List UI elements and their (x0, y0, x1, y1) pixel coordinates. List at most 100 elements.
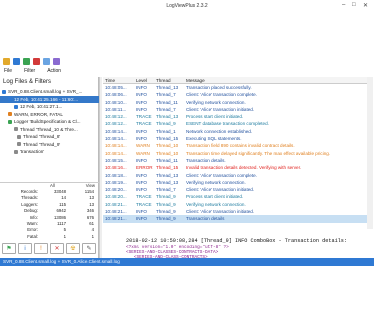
tree-item-icon (8, 97, 12, 102)
table-row[interactable]: 10:48:10... INFO Thread_11 Verifying networ… (103, 99, 367, 106)
col-level[interactable]: Level (135, 77, 155, 83)
warn-level-icon[interactable]: ! (34, 243, 48, 254)
tree-item-icon (8, 112, 12, 117)
table-scrollbar[interactable] (367, 77, 373, 229)
cell-time: 10:48:12... (105, 121, 127, 127)
tree-item[interactable]: Thread 'Thread_10 & Thre... (0, 126, 99, 134)
table-row[interactable]: 10:48:05... INFO Thread_13 Transaction plac… (103, 84, 367, 91)
error-level-icon[interactable]: ✕ (50, 243, 64, 254)
table-row[interactable]: 10:48:20... INFO Thread_7 Client: 'Alice' t… (103, 186, 367, 193)
cell-thread: Thread_15 (156, 165, 179, 171)
cell-level: INFO (136, 106, 147, 112)
cell-thread: Thread_7 (156, 106, 176, 112)
cell-time: 10:48:21... (105, 201, 127, 207)
table-row[interactable]: 10:48:06... INFO Thread_7 Client: 'Alice' t… (103, 91, 367, 98)
maximize-icon[interactable]: □ (352, 2, 356, 8)
tree-item[interactable]: Logger 'BuildSpecification & Cl... (0, 118, 99, 126)
table-row[interactable]: 10:48:14... INFO Thread_15 Executing SQL st… (103, 135, 367, 142)
fatal-level-icon[interactable]: ☢ (66, 243, 80, 254)
edit-icon[interactable]: ✎ (82, 243, 96, 254)
cell-message: Executing SQL statements. (186, 136, 242, 142)
tree-item[interactable]: 12 Feb, 10:41:25.166 - 11:60:... (0, 95, 99, 103)
cell-message: Process start client initiated. (186, 194, 244, 200)
tree-item-label: Thread 'Thread_10 & Thre... (20, 126, 78, 132)
table-row[interactable]: 10:48:21... INFO Thread_9 Client: 'Alice' t… (103, 208, 367, 215)
cell-time: 10:48:14... (105, 143, 127, 149)
tree-item[interactable]: WARN, ERROR, FATAL (0, 111, 99, 119)
tree-item-label: WARN, ERROR, FATAL (14, 111, 63, 117)
cell-time: 10:48:14... (105, 150, 127, 156)
cell-thread: Thread_13 (156, 179, 179, 185)
minimize-icon[interactable]: – (342, 2, 345, 8)
panel-title: Log Files & Filters (3, 79, 52, 85)
log-tree: SVR_0.88.Client.small.log + SVR_... 12 Fe… (0, 88, 99, 181)
filter-icon[interactable] (23, 58, 30, 65)
tree-item[interactable]: Thread 'Thread_9' (0, 141, 99, 149)
tree-item-label: SVR_0.88.Client.small.log + SVR_... (8, 89, 83, 94)
table-row[interactable]: 10:48:21... TRACE Thread_9 Verifying networ… (103, 201, 367, 208)
tree-item-label: Thread 'Thread_9' (23, 141, 61, 147)
log-files-panel: Log Files & Filters SVR_0.88.Client.smal… (0, 77, 99, 258)
table-row[interactable]: 10:48:19... INFO Thread_13 Verifying networ… (103, 179, 367, 186)
cell-message: Transaction field 890 contains invalid c… (186, 143, 295, 149)
cell-time: 10:48:19... (105, 179, 127, 185)
cell-time: 10:48:05... (105, 85, 127, 90)
col-thread[interactable]: Thread (155, 77, 185, 83)
cell-level: INFO (136, 216, 147, 222)
tree-item[interactable]: SVR_0.88.Client.small.log + SVR_... (0, 88, 99, 96)
table-row[interactable]: 10:48:21... INFO Thread_9 Transaction detai… (103, 215, 367, 223)
info-level-icon[interactable]: i (18, 243, 32, 254)
save-icon[interactable] (13, 58, 20, 65)
tree-item[interactable]: 'transaction' (0, 148, 99, 156)
table-row[interactable]: 10:48:11... INFO Thread_7 Client: 'Alice' t… (103, 106, 367, 113)
col-time[interactable]: Time (103, 77, 135, 83)
tree-item-label: Logger 'BuildSpecification & Cl... (14, 119, 81, 124)
cell-level: TRACE (136, 194, 152, 200)
app-window: LogViewPlus 2.3.2 – □ ✕ File Filter Acti… (0, 0, 374, 326)
tree-item[interactable]: Thread 'Thread_8' (0, 133, 99, 141)
cell-level: ERROR (136, 165, 153, 171)
table-row[interactable]: 10:48:16... ERROR Thread_15 Invalid transac… (103, 164, 367, 171)
debug-level-icon[interactable]: ⚑ (2, 243, 16, 254)
title-bar: LogViewPlus 2.3.2 – □ ✕ (0, 0, 374, 12)
menu-file[interactable]: File (4, 68, 12, 76)
table-row[interactable]: 10:48:14... WARN Thread_10 Transaction fiel… (103, 142, 367, 149)
cell-level: WARN (136, 150, 150, 156)
clear-filter-icon[interactable] (33, 58, 40, 65)
layout-icon[interactable] (53, 58, 60, 65)
cell-time: 10:48:14... (105, 128, 127, 134)
status-bar: SVR_0.88.Client.small.log + SVR_0.Alice.… (0, 258, 374, 266)
cell-message: Transaction details. (186, 157, 226, 163)
menu-filter[interactable]: Filter (24, 68, 35, 76)
table-row[interactable]: 10:48:14... WARN Thread_10 Transaction time… (103, 150, 367, 157)
cell-level: INFO (136, 92, 147, 98)
cell-level: INFO (136, 209, 147, 215)
cell-thread: Thread_9 (156, 209, 176, 215)
open-file-icon[interactable] (3, 58, 10, 65)
cell-level: INFO (136, 85, 147, 90)
cell-message: Verifying network connection. (186, 99, 246, 105)
cell-thread: Thread_7 (156, 187, 176, 193)
cell-message: ESENT database transaction completed. (186, 121, 269, 127)
table-row[interactable]: 10:48:20... TRACE Thread_9 Process start cl… (103, 193, 367, 200)
table-row[interactable]: 10:48:15... INFO Thread_11 Transaction deta… (103, 157, 367, 164)
table-row[interactable]: 10:48:18... INFO Thread_13 Client: 'Alice' … (103, 172, 367, 179)
cell-thread: Thread_9 (156, 194, 176, 200)
cell-thread: Thread_13 (156, 85, 179, 90)
refresh-icon[interactable] (43, 58, 50, 65)
tree-item-icon (14, 127, 18, 132)
table-row[interactable]: 10:48:12... TRACE Thread_13 Process start c… (103, 113, 367, 120)
cell-message: Client: 'Alice' transaction complete. (186, 92, 257, 98)
table-row[interactable]: 10:48:12... TRACE Thread_9 ESENT database t… (103, 120, 367, 127)
tree-item[interactable]: 12 Feb, 10:41:27.1... (0, 103, 99, 111)
cell-thread: Thread_9 (156, 121, 176, 127)
col-message[interactable]: Message (185, 77, 367, 83)
table-header: Time Level Thread Message (103, 77, 367, 84)
table-row[interactable]: 10:48:14... INFO Thread_1 Network connectio… (103, 128, 367, 135)
menu-action[interactable]: Action (47, 68, 61, 76)
cell-level: WARN (136, 143, 150, 149)
close-icon[interactable]: ✕ (363, 2, 368, 9)
cell-time: 10:48:20... (105, 187, 127, 193)
cell-time: 10:48:11... (105, 106, 127, 112)
panel-splitter[interactable] (99, 77, 102, 258)
